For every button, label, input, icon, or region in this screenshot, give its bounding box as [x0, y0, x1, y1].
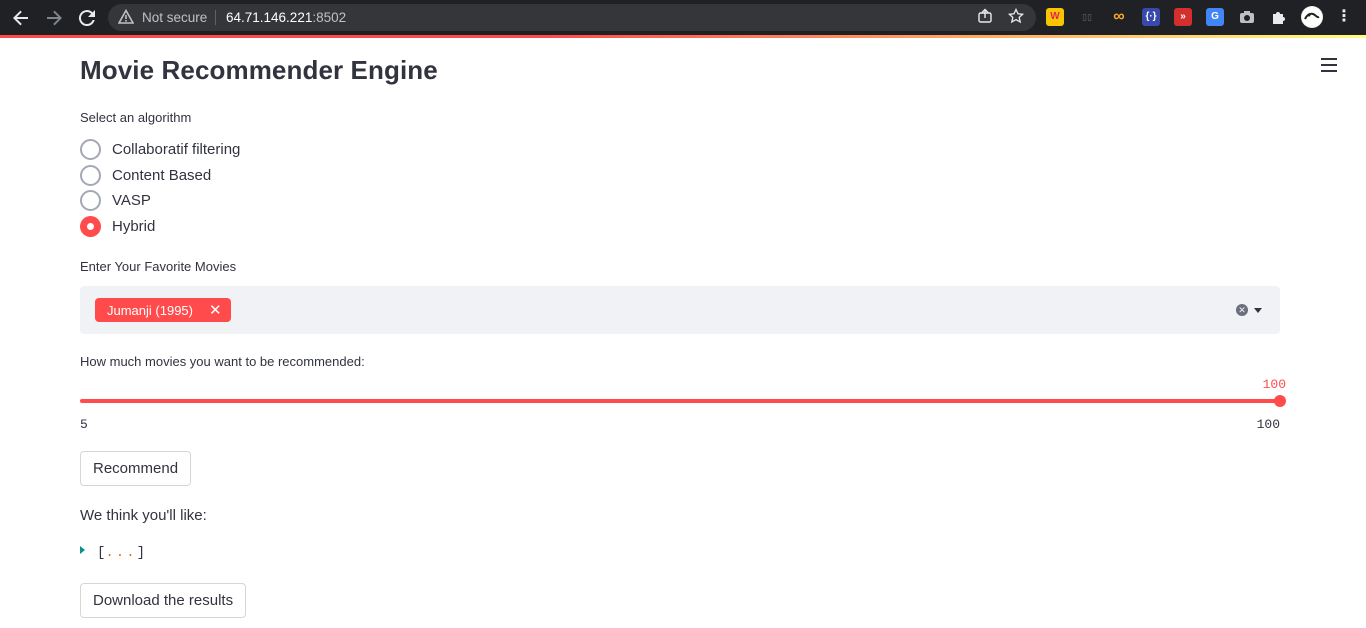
download-results-button[interactable]: Download the results	[80, 583, 247, 618]
tag-label: Jumanji (1995)	[107, 302, 193, 318]
address-bar[interactable]: Not secure 64.71.146.221:8502	[108, 4, 1036, 31]
results-label: We think you'll like:	[80, 507, 207, 524]
radio-label: VASP	[112, 191, 151, 209]
slider-label: How much movies you want to be recommend…	[80, 354, 365, 369]
radio-label: Content Based	[112, 166, 212, 184]
radio-unchecked-icon[interactable]	[80, 164, 101, 186]
url-port: :8502	[312, 10, 347, 25]
favorites-label: Enter Your Favorite Movies	[80, 259, 237, 274]
slider-max-label: 100	[1256, 417, 1280, 432]
back-arrow-icon[interactable]	[9, 6, 33, 30]
expand-caret-icon[interactable]	[80, 546, 85, 554]
browser-toolbar: Not secure 64.71.146.221:8502 W ▯▯ ∞ {·}…	[0, 0, 1366, 35]
share-icon[interactable]	[976, 8, 994, 26]
infinity-extension-icon[interactable]: ∞	[1110, 8, 1128, 26]
json-collapsed-ellipsis[interactable]: ...	[105, 545, 136, 561]
forward-extension-icon[interactable]: »	[1174, 8, 1192, 26]
remove-tag-icon[interactable]: ✕	[209, 301, 222, 319]
clear-all-icon[interactable]: ✕	[1236, 304, 1248, 316]
algorithm-label: Select an algorithm	[80, 110, 192, 125]
bookmark-star-icon[interactable]	[1007, 7, 1025, 26]
w-extension-icon[interactable]: W	[1046, 8, 1064, 26]
slider-min-label: 5	[80, 417, 88, 432]
kebab-menu-icon[interactable]: ⋮	[1335, 8, 1353, 26]
camera-extension-icon[interactable]	[1238, 8, 1256, 26]
radio-content-based[interactable]: Content Based	[80, 163, 211, 187]
radio-label: Collaboratif filtering	[112, 140, 241, 158]
radio-unchecked-icon[interactable]	[80, 189, 101, 211]
hamburger-menu-icon[interactable]	[1321, 58, 1337, 72]
recommend-button[interactable]: Recommend	[80, 451, 192, 486]
profile-avatar[interactable]	[1301, 6, 1323, 28]
forward-arrow-icon[interactable]	[42, 6, 66, 30]
selected-movie-tag: Jumanji (1995) ✕	[95, 298, 231, 322]
warning-icon[interactable]	[117, 8, 135, 25]
radio-label: Hybrid	[112, 217, 156, 235]
json-close-bracket: ]	[136, 545, 146, 561]
slider-current-value: 100	[1262, 377, 1286, 392]
streamlit-top-decoration	[0, 35, 1366, 38]
omnibox-divider	[215, 10, 216, 25]
json-open-bracket: [	[97, 545, 106, 561]
json-extension-icon[interactable]: {·}	[1142, 8, 1160, 26]
url-host: 64.71.146.221	[226, 10, 313, 25]
dim-extension-icon[interactable]: ▯▯	[1078, 8, 1096, 26]
radio-hybrid[interactable]: Hybrid	[80, 214, 155, 238]
reload-icon[interactable]	[75, 6, 99, 30]
url-text[interactable]: 64.71.146.221:8502	[226, 10, 346, 25]
slider-track[interactable]	[80, 399, 1280, 403]
slider-thumb[interactable]	[1274, 395, 1286, 407]
page-title: Movie Recommender Engine	[80, 55, 438, 85]
radio-unchecked-icon[interactable]	[80, 138, 101, 160]
radio-checked-icon[interactable]	[80, 215, 101, 237]
puzzle-extensions-icon[interactable]	[1270, 8, 1288, 26]
favorite-movies-multiselect[interactable]: Jumanji (1995) ✕ ✕	[80, 286, 1280, 334]
security-label[interactable]: Not secure	[142, 10, 207, 25]
translate-extension-icon[interactable]: G	[1206, 8, 1224, 26]
dropdown-caret-icon[interactable]	[1254, 308, 1262, 313]
radio-vasp[interactable]: VASP	[80, 188, 151, 212]
radio-collaborative-filtering[interactable]: Collaboratif filtering	[80, 137, 240, 161]
results-json-viewer[interactable]: [ ... ]	[80, 545, 145, 561]
